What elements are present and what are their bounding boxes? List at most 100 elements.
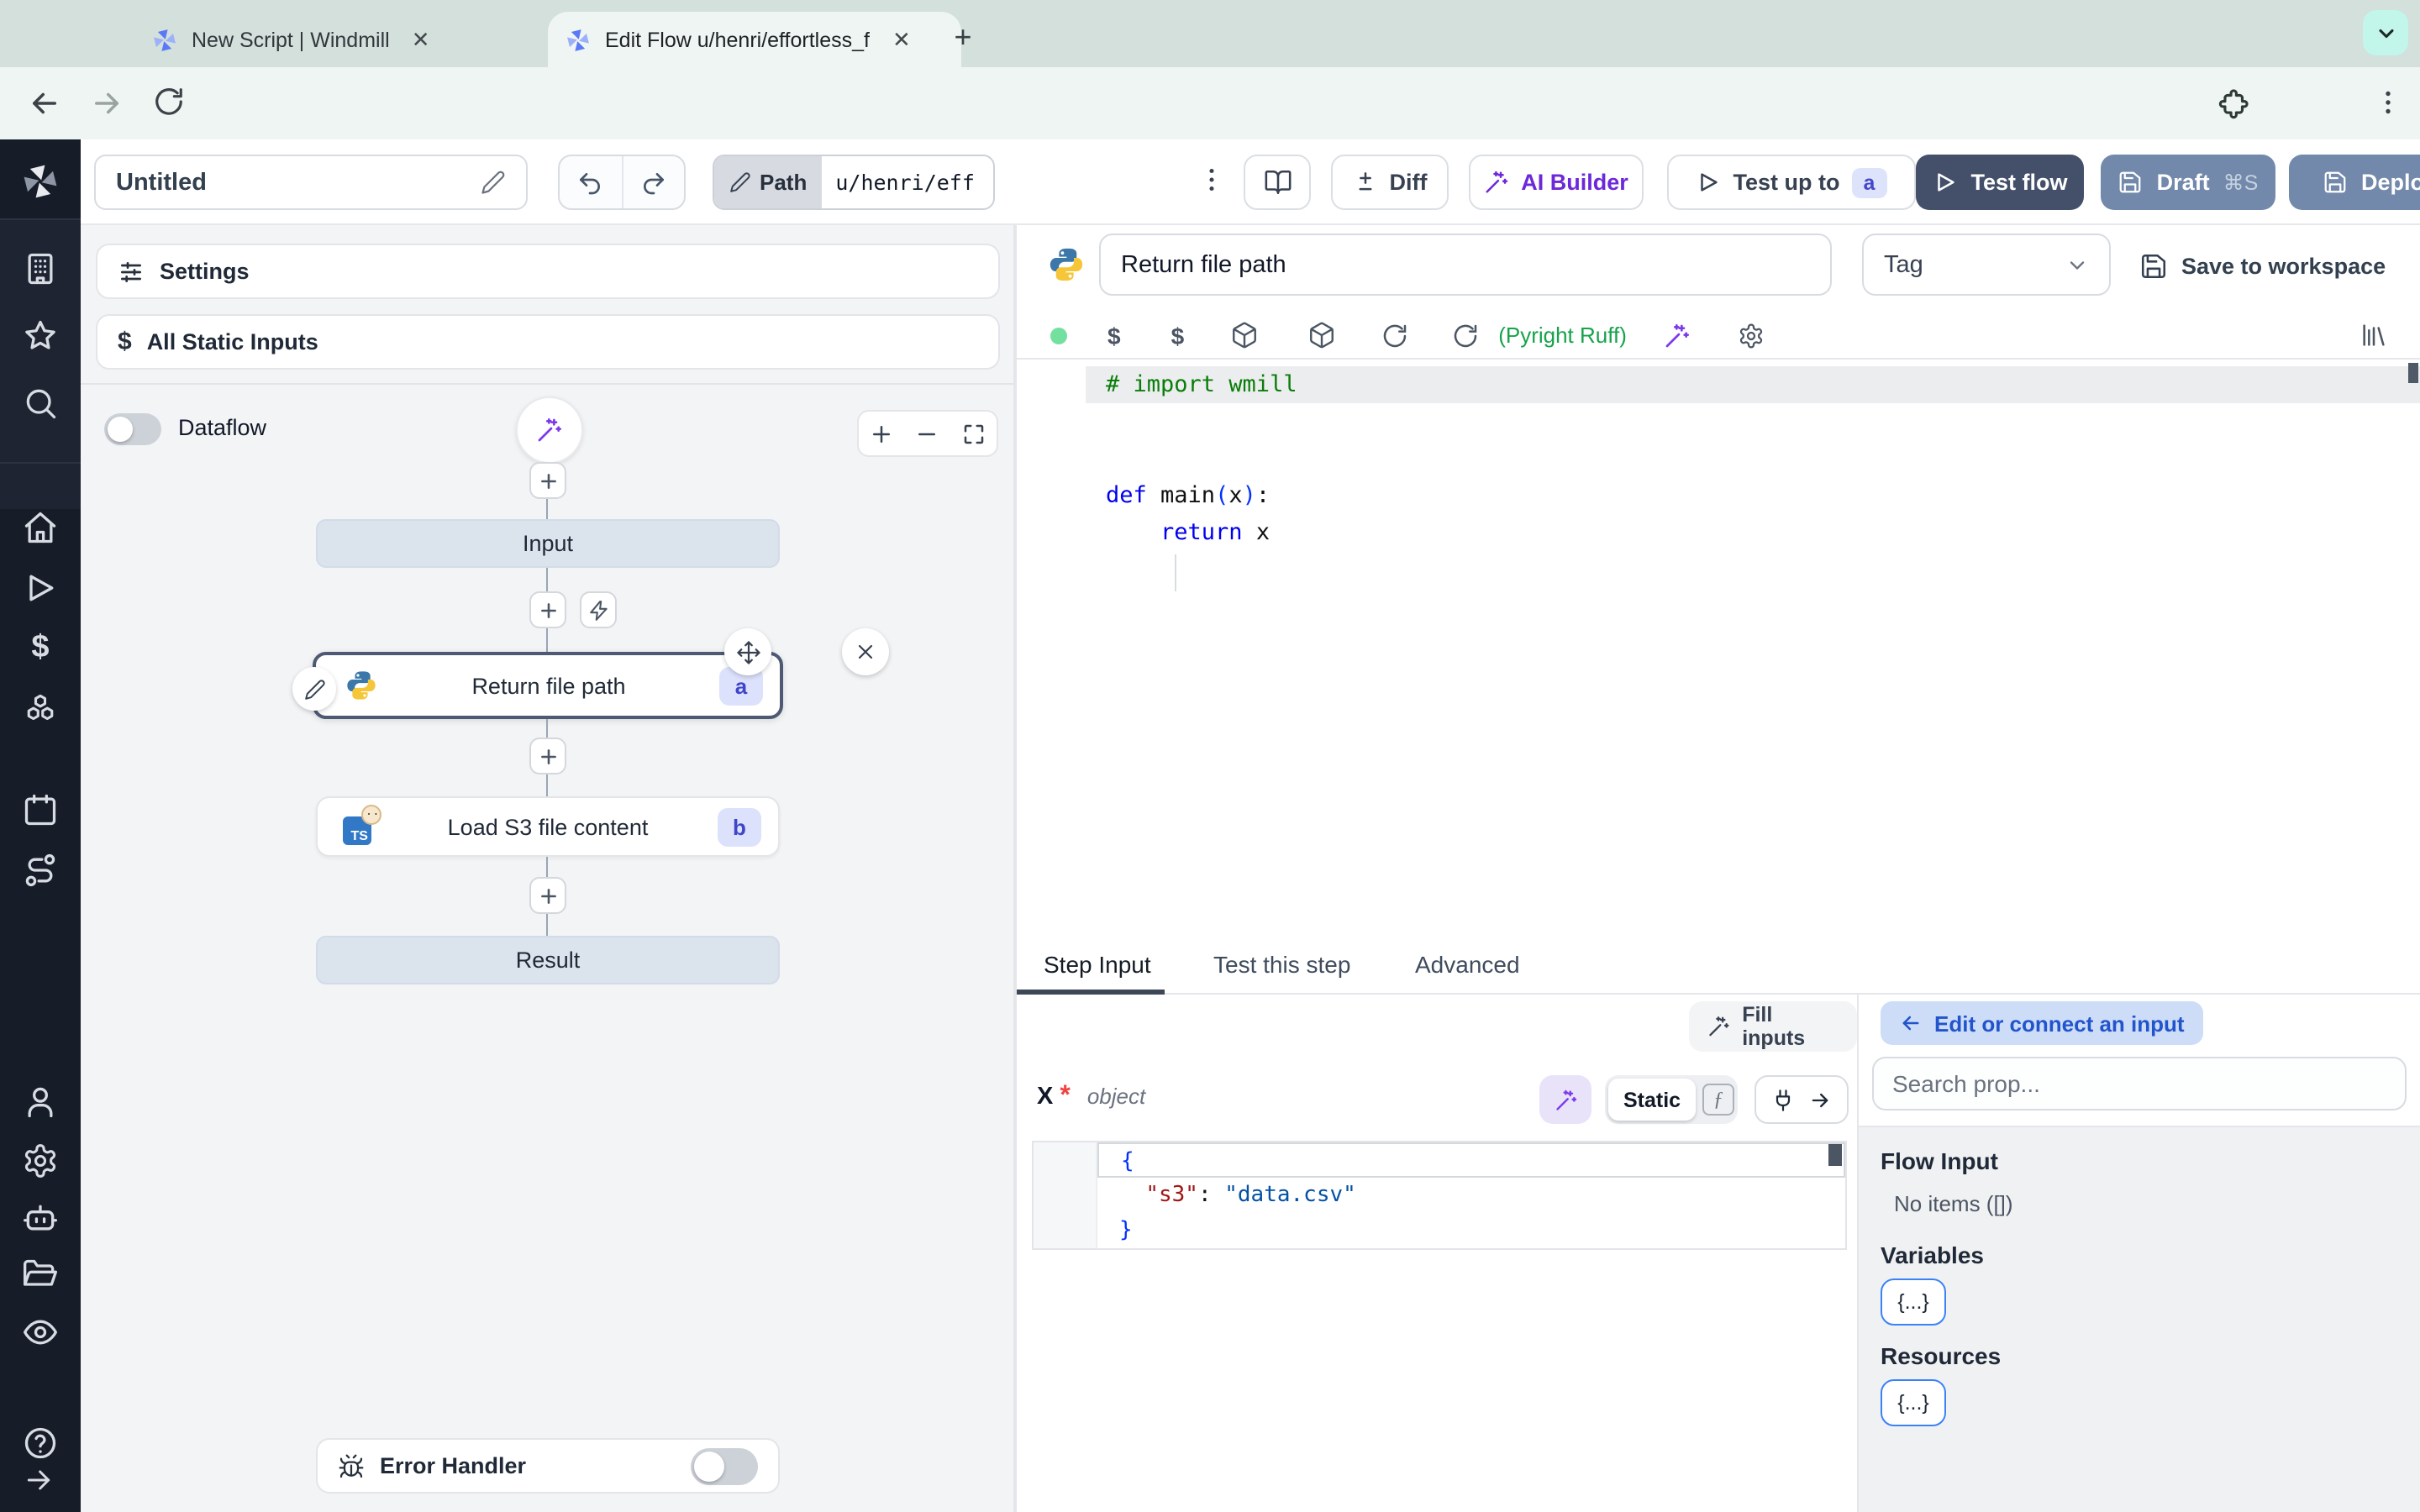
error-handler-toggle[interactable] bbox=[691, 1447, 758, 1484]
sidebar-users-icon[interactable] bbox=[22, 1084, 59, 1121]
windmill-logo-icon[interactable] bbox=[20, 161, 60, 202]
tag-select[interactable]: Tag bbox=[1862, 234, 2111, 296]
forward-button[interactable] bbox=[89, 86, 124, 121]
step-name-input[interactable] bbox=[1099, 234, 1832, 296]
browser-tab-edit-flow[interactable]: Edit Flow u/henri/effortless_fl ✕ bbox=[548, 12, 961, 67]
json-input-editor[interactable]: { "s3": "data.csv"} bbox=[1032, 1141, 1847, 1250]
reload-icon[interactable] bbox=[1451, 322, 1478, 349]
flow-settings-button[interactable]: Settings bbox=[96, 244, 1000, 299]
browser-tab-new-script[interactable]: New Script | Windmill ✕ bbox=[134, 12, 558, 67]
sidebar-runs-icon[interactable] bbox=[22, 570, 59, 606]
tab-close-icon[interactable]: ✕ bbox=[407, 26, 435, 53]
plug-icon[interactable] bbox=[1770, 1088, 1794, 1111]
save-to-workspace-button[interactable]: Save to workspace bbox=[2139, 244, 2386, 287]
step-input-form: Fill inputs X * object Static ƒ {"s3": … bbox=[1017, 995, 1859, 1512]
add-step-top-button[interactable] bbox=[529, 462, 566, 499]
sidebar-resources-icon[interactable] bbox=[22, 690, 59, 727]
editor-scrollbar[interactable] bbox=[2408, 363, 2418, 383]
sidebar-favorites-icon[interactable] bbox=[22, 318, 59, 354]
browser-menu-icon[interactable] bbox=[2373, 87, 2403, 118]
back-button[interactable] bbox=[27, 86, 62, 121]
ai-builder-button[interactable]: AI Builder bbox=[1469, 155, 1644, 210]
tab-advanced[interactable]: Advanced bbox=[1415, 934, 1520, 993]
reload-icon[interactable] bbox=[1381, 322, 1407, 349]
flow-name-field[interactable]: Untitled bbox=[94, 155, 528, 210]
sidebar-folders-icon[interactable] bbox=[22, 1257, 59, 1294]
static-mode-button[interactable]: Static bbox=[1608, 1079, 1697, 1121]
zoom-in-button[interactable] bbox=[859, 412, 905, 455]
flow-result-node[interactable]: Result bbox=[316, 936, 780, 984]
move-step-button[interactable] bbox=[724, 628, 771, 675]
path-control[interactable]: Path u/henri/eff bbox=[713, 155, 995, 210]
tab-search-button[interactable] bbox=[2363, 10, 2408, 55]
zoom-out-button[interactable] bbox=[905, 412, 951, 455]
expression-mode-button[interactable]: ƒ bbox=[1702, 1084, 1734, 1116]
json-editor-scrollbar[interactable] bbox=[1828, 1144, 1842, 1166]
variables-icon[interactable]: $ bbox=[1107, 322, 1121, 349]
add-trigger-button[interactable] bbox=[580, 591, 617, 628]
draft-button[interactable]: Draft ⌘S bbox=[2101, 155, 2275, 210]
library-icon[interactable] bbox=[2360, 321, 2388, 349]
sidebar-settings-icon[interactable] bbox=[22, 1142, 59, 1179]
deploy-button[interactable]: Deploy bbox=[2289, 155, 2420, 210]
more-options-icon[interactable] bbox=[1197, 165, 1227, 195]
browser-toolbar: app.windmill.dev/flows/edit/u/henri/effo… bbox=[0, 67, 2420, 200]
resources-braces-button[interactable]: {...} bbox=[1881, 1379, 1946, 1426]
arg-ai-wand-button[interactable] bbox=[1539, 1075, 1591, 1124]
tab-close-icon[interactable]: ✕ bbox=[887, 26, 916, 53]
sidebar-search-icon[interactable] bbox=[22, 385, 59, 422]
tag-placeholder: Tag bbox=[1884, 251, 1923, 278]
code-editor[interactable]: # import wmill def main(x): return x bbox=[1017, 358, 2420, 934]
step-tabs: Step Input Test this step Advanced bbox=[1017, 934, 2420, 995]
diff-button[interactable]: Diff bbox=[1331, 155, 1449, 210]
sidebar-variables-icon[interactable]: $ bbox=[22, 630, 59, 667]
sidebar-audit-icon[interactable] bbox=[22, 1314, 59, 1351]
edit-or-connect-button[interactable]: Edit or connect an input bbox=[1881, 1001, 2203, 1045]
dataflow-toggle[interactable] bbox=[104, 413, 161, 445]
fill-inputs-button[interactable]: Fill inputs bbox=[1689, 1001, 1857, 1052]
editor-settings-gear-icon[interactable] bbox=[1738, 322, 1765, 349]
windmill-favicon bbox=[151, 26, 178, 53]
reload-button[interactable] bbox=[153, 86, 185, 118]
sidebar-workers-icon[interactable] bbox=[22, 1200, 59, 1236]
step-node-a[interactable]: Return file path a bbox=[292, 628, 889, 719]
book-icon bbox=[1264, 170, 1291, 195]
redo-button[interactable] bbox=[623, 156, 684, 208]
tab-step-input[interactable]: Step Input bbox=[1044, 934, 1151, 993]
sidebar-home-icon[interactable] bbox=[22, 509, 59, 546]
arrow-right-icon[interactable] bbox=[1809, 1088, 1833, 1111]
test-flow-button[interactable]: Test flow bbox=[1916, 155, 2084, 210]
edit-pencil-icon[interactable] bbox=[481, 170, 506, 195]
move-icon bbox=[736, 640, 760, 664]
extensions-icon[interactable] bbox=[2218, 87, 2250, 119]
package-icon[interactable] bbox=[1229, 321, 1258, 349]
search-prop-input[interactable] bbox=[1872, 1057, 2407, 1110]
tab-test-this-step[interactable]: Test this step bbox=[1213, 934, 1350, 993]
add-step-button[interactable] bbox=[529, 591, 566, 628]
arrow-left-icon bbox=[1902, 1016, 1919, 1031]
docs-button[interactable] bbox=[1244, 155, 1311, 210]
new-tab-button[interactable]: + bbox=[941, 15, 985, 59]
path-value[interactable]: u/henri/eff bbox=[822, 156, 988, 208]
edit-step-pencil-button[interactable] bbox=[292, 667, 336, 711]
undo-button[interactable] bbox=[560, 156, 623, 208]
step-node-b[interactable]: TS Load S3 file content b bbox=[316, 796, 780, 857]
ai-flow-wand-button[interactable] bbox=[516, 396, 583, 464]
sidebar-workspace-icon[interactable] bbox=[22, 250, 59, 287]
sidebar-expand-icon[interactable] bbox=[22, 1463, 59, 1500]
fit-view-button[interactable] bbox=[950, 412, 997, 455]
ai-assist-wand-icon[interactable] bbox=[1664, 322, 1691, 349]
sidebar-schedules-icon[interactable] bbox=[22, 791, 59, 828]
delete-step-button[interactable] bbox=[842, 628, 889, 675]
add-step-button[interactable] bbox=[529, 738, 566, 774]
flow-input-node[interactable]: Input bbox=[316, 519, 780, 568]
resources-icon[interactable]: $ bbox=[1171, 322, 1185, 349]
test-up-to-button[interactable]: Test up to a bbox=[1667, 155, 1916, 210]
add-step-button[interactable] bbox=[529, 877, 566, 914]
sidebar-help-icon[interactable] bbox=[22, 1425, 59, 1462]
all-static-inputs-button[interactable]: $ All Static Inputs bbox=[96, 314, 1000, 370]
sidebar-triggers-icon[interactable] bbox=[22, 852, 59, 889]
package-icon[interactable] bbox=[1307, 321, 1335, 349]
code-assistants-status[interactable]: (Pyright Ruff) bbox=[1498, 323, 1627, 348]
variables-braces-button[interactable]: {...} bbox=[1881, 1278, 1946, 1326]
